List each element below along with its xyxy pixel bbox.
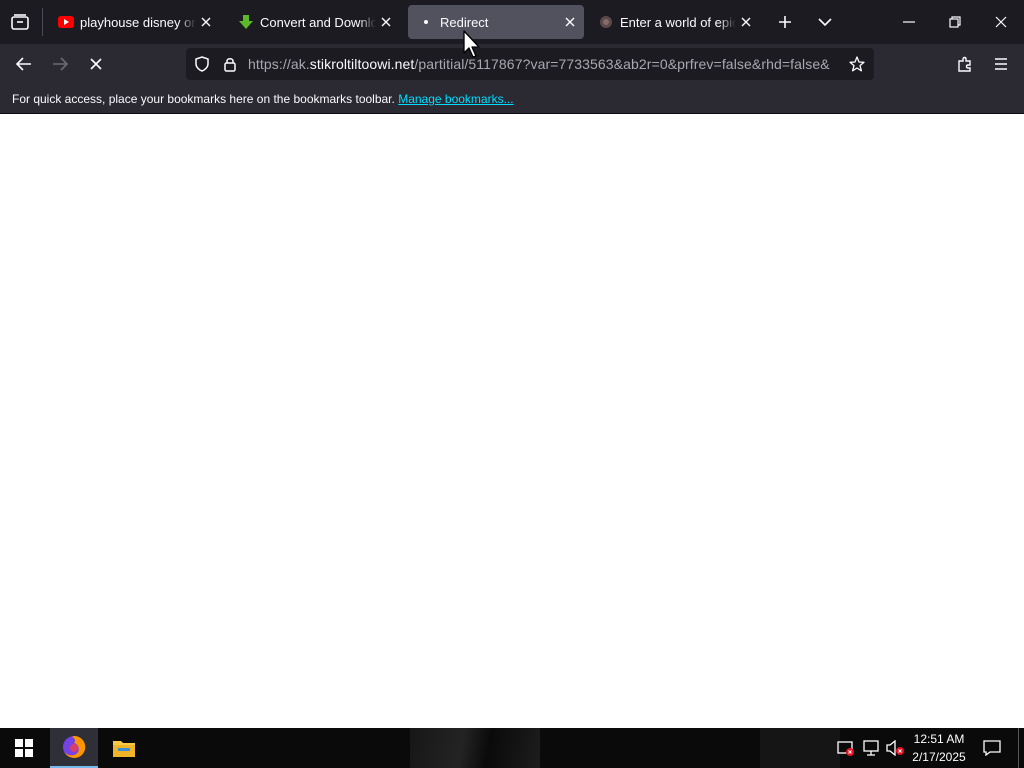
- bookmarks-hint-text: For quick access, place your bookmarks h…: [12, 92, 395, 106]
- tab-youtube[interactable]: playhouse disney origi: [48, 5, 220, 39]
- url-prefix: https://ak.: [248, 56, 310, 72]
- tab-redirect[interactable]: Redirect: [408, 5, 584, 39]
- tab-title: playhouse disney origi: [80, 14, 196, 30]
- firefox-view-icon[interactable]: [8, 11, 32, 33]
- back-arrow-icon[interactable]: [10, 52, 38, 76]
- navigation-toolbar: https://ak.stikroltiltoowi.net/partitial…: [0, 44, 1024, 84]
- network-tray-icon[interactable]: [860, 738, 882, 758]
- url-text[interactable]: https://ak.stikroltiltoowi.net/partitial…: [248, 56, 838, 74]
- wallpaper-shadow: [410, 728, 540, 768]
- list-all-tabs-chevron-icon[interactable]: [813, 10, 837, 34]
- tab-convert-download[interactable]: Convert and Download: [228, 5, 400, 39]
- stop-loading-icon[interactable]: [82, 52, 110, 76]
- minimize-window-icon[interactable]: [890, 8, 928, 36]
- tracking-protection-shield-icon[interactable]: [192, 54, 212, 74]
- close-tab-icon[interactable]: [376, 12, 396, 32]
- lock-icon[interactable]: [220, 54, 240, 74]
- restore-window-icon[interactable]: [936, 8, 974, 36]
- url-domain: stikroltiltoowi.net: [309, 56, 415, 72]
- tab-title: Redirect: [440, 14, 489, 30]
- tab-title: Enter a world of epic b: [620, 14, 736, 30]
- close-window-icon[interactable]: [982, 8, 1020, 36]
- tab-separator: [42, 8, 43, 36]
- site-icon: [598, 14, 614, 30]
- new-tab-plus-icon[interactable]: [773, 10, 797, 34]
- show-desktop-button[interactable]: [1018, 728, 1019, 768]
- forward-arrow-icon[interactable]: [46, 52, 74, 76]
- page-content: [0, 114, 1024, 728]
- windows-start-icon[interactable]: [0, 728, 48, 768]
- close-tab-icon[interactable]: [560, 12, 580, 32]
- bookmarks-empty-message: For quick access, place your bookmarks h…: [12, 92, 514, 106]
- file-explorer-icon[interactable]: [100, 728, 148, 768]
- security-alert-tray-icon[interactable]: [836, 738, 856, 758]
- app-menu-hamburger-icon[interactable]: [988, 52, 1014, 76]
- address-bar[interactable]: https://ak.stikroltiltoowi.net/partitial…: [186, 48, 874, 80]
- wallpaper-shadow: [760, 728, 840, 768]
- action-center-icon[interactable]: [978, 736, 1006, 760]
- dot-icon: [418, 14, 434, 30]
- download-arrow-icon: [238, 14, 254, 30]
- manage-bookmarks-link[interactable]: Manage bookmarks...: [398, 92, 513, 106]
- windows-taskbar: 12:51 AM 2/17/2025: [0, 728, 1024, 768]
- firefox-taskbar-icon[interactable]: [50, 728, 98, 768]
- tab-title: Convert and Download: [260, 14, 376, 30]
- tab-bar: playhouse disney origi Convert and Downl…: [0, 0, 1024, 44]
- close-tab-icon[interactable]: [196, 12, 216, 32]
- volume-muted-tray-icon[interactable]: [884, 738, 906, 758]
- mouse-pointer-icon: [462, 29, 482, 59]
- clock-date: 2/17/2025: [912, 750, 966, 764]
- extensions-puzzle-icon[interactable]: [952, 52, 978, 76]
- taskbar-clock[interactable]: 12:51 AM 2/17/2025: [904, 730, 974, 766]
- youtube-icon: [58, 14, 74, 30]
- close-tab-icon[interactable]: [736, 12, 756, 32]
- bookmark-star-icon[interactable]: [846, 54, 868, 74]
- tab-epic-world[interactable]: Enter a world of epic b: [588, 5, 760, 39]
- clock-time: 12:51 AM: [913, 732, 965, 746]
- bookmarks-toolbar: For quick access, place your bookmarks h…: [0, 84, 1024, 114]
